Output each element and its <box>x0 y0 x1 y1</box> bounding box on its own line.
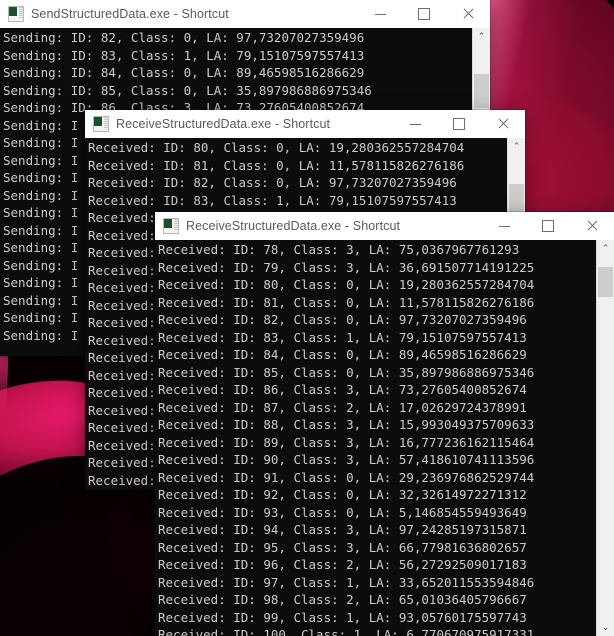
window-controls[interactable] <box>358 0 490 28</box>
minimize-icon <box>409 123 421 125</box>
console-line: Received: ID: 82, Class: 0, LA: 97,73207… <box>88 175 457 190</box>
console-line: Received: ID: 81, Class: 0, LA: 11,57811… <box>88 157 465 173</box>
console-app-icon <box>8 6 24 22</box>
console-line: Received: ID: 92, Class: 0, LA: 32,32614… <box>158 487 527 502</box>
console-line: Received: ID: 86, Class: 3, LA: 73,27605… <box>158 382 527 397</box>
console-line: Received: ID: 91, Class: 0, LA: 29,23697… <box>158 469 535 485</box>
console-line: Received: ID: 90, Class: 3, LA: 57,41861… <box>158 452 535 467</box>
console-line: Received: ID: 98, Class: 2, LA: 65,01036… <box>158 592 527 607</box>
window-title: ReceiveStructuredData.exe - Shortcut <box>116 117 331 131</box>
console-line: Received: ID: 82, Class: 0, LA: 97,73207… <box>158 312 527 327</box>
scroll-up-button[interactable]: ⌃ <box>597 240 614 257</box>
close-icon <box>586 220 598 232</box>
scroll-down-button[interactable]: ⌄ <box>597 619 614 636</box>
console-line: Received: ID: 87, Class: 2, LA: 17,02629… <box>158 399 527 415</box>
console-line: Received: ID: 100, Class: 1, LA: 6,77067… <box>158 627 535 636</box>
console-line: Sending: ID: 82, Class: 0, LA: 97,732070… <box>3 30 365 45</box>
window-receive-structured-data-2[interactable]: ReceiveStructuredData.exe - Shortcut Rec… <box>155 212 614 636</box>
titlebar[interactable]: ReceiveStructuredData.exe - Shortcut <box>85 110 525 138</box>
window-title: ReceiveStructuredData.exe - Shortcut <box>186 219 401 233</box>
titlebar[interactable]: SendStructuredData.exe - Shortcut <box>0 0 490 28</box>
console-app-icon <box>163 218 179 234</box>
minimize-button[interactable] <box>393 110 437 138</box>
titlebar[interactable]: ReceiveStructuredData.exe - Shortcut <box>155 212 614 240</box>
scrollbar-thumb[interactable] <box>598 267 613 297</box>
console-line: Sending: ID: 84, Class: 0, LA: 89,465985… <box>3 65 365 80</box>
scroll-up-button[interactable]: ⌃ <box>473 28 490 45</box>
maximize-icon <box>542 220 554 232</box>
console-line: Received: ID: 81, Class: 0, LA: 11,57811… <box>158 294 535 310</box>
maximize-button[interactable] <box>526 212 570 240</box>
console-line: Received: ID: 96, Class: 2, LA: 56,27292… <box>158 557 527 572</box>
close-button[interactable] <box>481 110 525 138</box>
console-line: Sending: ID: 83, Class: 1, LA: 79,151075… <box>3 47 365 63</box>
console-line: Received: ID: 97, Class: 1, LA: 33,65201… <box>158 574 535 590</box>
console-line: Received: ID: 85, Class: 0, LA: 35,89798… <box>158 364 535 380</box>
window-controls[interactable] <box>393 110 525 138</box>
window-title: SendStructuredData.exe - Shortcut <box>31 7 229 21</box>
maximize-button[interactable] <box>437 110 481 138</box>
console-line: Received: ID: 84, Class: 0, LA: 89,46598… <box>158 347 527 362</box>
console-line: Received: ID: 80, Class: 0, LA: 19,28036… <box>88 140 465 155</box>
console-line: Received: ID: 94, Class: 3, LA: 97,24285… <box>158 522 527 537</box>
window-controls[interactable] <box>482 212 614 240</box>
console-line: Received: ID: 80, Class: 0, LA: 19,28036… <box>158 277 535 292</box>
close-icon <box>497 118 509 130</box>
console-output[interactable]: Received: ID: 78, Class: 3, LA: 75,03679… <box>155 240 596 636</box>
console-app-icon <box>93 116 109 132</box>
console-line: Received: ID: 89, Class: 3, LA: 16,77723… <box>158 434 535 450</box>
scroll-up-button[interactable]: ⌃ <box>508 138 525 155</box>
console-line: Received: ID: 83, Class: 1, LA: 79,15107… <box>158 329 527 345</box>
console-line: Sending: ID: 85, Class: 0, LA: 35,897986… <box>3 82 372 98</box>
close-icon <box>462 8 474 20</box>
console-line: Received: ID: 93, Class: 0, LA: 5,146854… <box>158 504 527 520</box>
console-line: Received: ID: 95, Class: 3, LA: 66,77981… <box>158 539 527 555</box>
maximize-icon <box>418 8 430 20</box>
vertical-scrollbar[interactable]: ⌃ ⌄ <box>596 240 614 636</box>
console-line: Received: ID: 78, Class: 3, LA: 75,03679… <box>158 242 520 257</box>
console-line: Received: ID: 99, Class: 1, LA: 93,05760… <box>158 609 527 625</box>
client-area: Received: ID: 78, Class: 3, LA: 75,03679… <box>155 240 614 636</box>
console-line: Received: ID: 79, Class: 3, LA: 36,69150… <box>158 259 535 275</box>
minimize-button[interactable] <box>482 212 526 240</box>
minimize-button[interactable] <box>358 0 402 28</box>
close-button[interactable] <box>446 0 490 28</box>
console-line: Received: ID: 88, Class: 3, LA: 15,99304… <box>158 417 535 432</box>
minimize-icon <box>374 13 386 15</box>
console-line: Received: ID: 83, Class: 1, LA: 79,15107… <box>88 192 457 208</box>
minimize-icon <box>498 225 510 227</box>
maximize-button[interactable] <box>402 0 446 28</box>
maximize-icon <box>453 118 465 130</box>
scrollbar-thumb[interactable] <box>474 74 489 108</box>
close-button[interactable] <box>570 212 614 240</box>
